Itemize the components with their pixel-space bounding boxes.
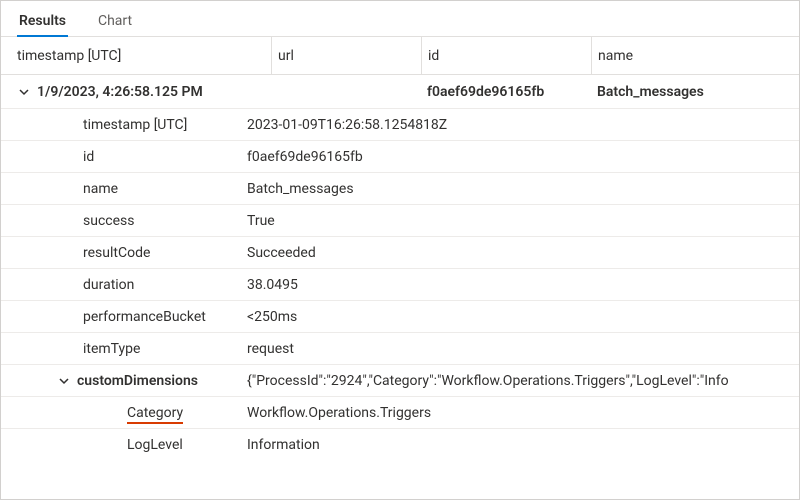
- customdimensions-label-text: customDimensions: [77, 373, 198, 389]
- column-header-timestamp[interactable]: timestamp [UTC]: [11, 37, 271, 74]
- tab-results[interactable]: Results: [17, 5, 68, 37]
- detail-label: Category: [1, 405, 247, 421]
- row-id: f0aef69de96165fb: [421, 84, 591, 100]
- detail-label: resultCode: [1, 245, 247, 261]
- detail-row-id: id f0aef69de96165fb: [1, 141, 799, 173]
- detail-row-success: success True: [1, 205, 799, 237]
- detail-row-customdimensions[interactable]: customDimensions {"ProcessId":"2924","Ca…: [1, 365, 799, 397]
- detail-label: success: [1, 213, 247, 229]
- detail-label: duration: [1, 277, 247, 293]
- row-name: Batch_messages: [591, 84, 771, 100]
- detail-row-loglevel: LogLevel Information: [1, 429, 799, 461]
- column-header-url[interactable]: url: [271, 37, 421, 74]
- detail-label: itemType: [1, 341, 247, 357]
- detail-value: 38.0495: [247, 277, 799, 293]
- detail-label: id: [1, 149, 247, 165]
- detail-row-resultcode: resultCode Succeeded: [1, 237, 799, 269]
- detail-label: performanceBucket: [1, 309, 247, 325]
- category-label-text: Category: [127, 405, 183, 424]
- result-row[interactable]: 1/9/2023, 4:26:58.125 PM f0aef69de96165f…: [1, 75, 799, 109]
- detail-label: LogLevel: [1, 437, 247, 453]
- detail-value: <250ms: [247, 309, 799, 325]
- results-panel: Results Chart timestamp [UTC] url id nam…: [0, 0, 800, 500]
- row-timestamp: 1/9/2023, 4:26:58.125 PM: [37, 84, 203, 100]
- column-header-id[interactable]: id: [421, 37, 591, 74]
- detail-value: True: [247, 213, 799, 229]
- chevron-down-icon[interactable]: [15, 86, 33, 98]
- column-header-name[interactable]: name: [591, 37, 771, 74]
- column-headers: timestamp [UTC] url id name: [1, 37, 799, 75]
- detail-value: Succeeded: [247, 245, 799, 261]
- chevron-down-icon[interactable]: [55, 375, 73, 387]
- tabs-bar: Results Chart: [1, 1, 799, 37]
- detail-row-duration: duration 38.0495: [1, 269, 799, 301]
- detail-value: Workflow.Operations.Triggers: [247, 405, 799, 421]
- detail-value: f0aef69de96165fb: [247, 149, 799, 165]
- detail-label: customDimensions: [1, 373, 247, 389]
- detail-value: request: [247, 341, 799, 357]
- detail-label: name: [1, 181, 247, 197]
- detail-row-name: name Batch_messages: [1, 173, 799, 205]
- detail-value: {"ProcessId":"2924","Category":"Workflow…: [247, 373, 799, 389]
- detail-value: Batch_messages: [247, 181, 799, 197]
- detail-row-performancebucket: performanceBucket <250ms: [1, 301, 799, 333]
- detail-row-timestamp: timestamp [UTC] 2023-01-09T16:26:58.1254…: [1, 109, 799, 141]
- detail-row-itemtype: itemType request: [1, 333, 799, 365]
- tab-chart[interactable]: Chart: [96, 5, 134, 37]
- detail-row-category: Category Workflow.Operations.Triggers: [1, 397, 799, 429]
- detail-section: timestamp [UTC] 2023-01-09T16:26:58.1254…: [1, 109, 799, 465]
- detail-label: timestamp [UTC]: [1, 117, 247, 133]
- detail-value: Information: [247, 437, 799, 453]
- detail-value: 2023-01-09T16:26:58.1254818Z: [247, 117, 799, 133]
